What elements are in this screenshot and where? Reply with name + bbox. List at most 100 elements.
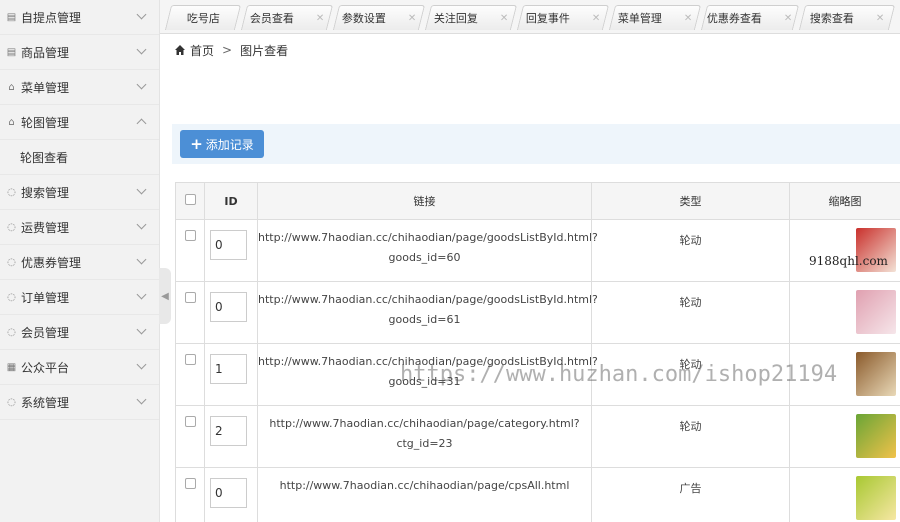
sort-order-input[interactable] <box>210 292 247 322</box>
close-icon[interactable]: ✕ <box>500 13 508 24</box>
link-text: http://www.7haodian.cc/chihaodian/page/c… <box>269 417 580 430</box>
row-checkbox[interactable] <box>184 478 196 489</box>
link-text-param: goods_id=60 <box>388 251 461 264</box>
chevron-down-icon <box>136 9 147 20</box>
sidebar-item-members[interactable]: ◌ 会员管理 <box>0 315 159 350</box>
close-icon[interactable]: ✕ <box>784 13 792 24</box>
corner-watermark: 9188qhl.com <box>809 254 888 268</box>
close-icon[interactable]: ✕ <box>876 13 884 24</box>
chevron-down-icon <box>136 254 147 265</box>
row-checkbox[interactable] <box>184 354 196 365</box>
tab-member-view[interactable]: 会员查看 ✕ <box>240 5 334 30</box>
sidebar-item-pickup-points[interactable]: ▤ 自提点管理 <box>0 0 159 35</box>
bag-icon: ⌂ <box>8 81 15 93</box>
sidebar-item-label: 订单管理 <box>21 290 70 305</box>
sidebar-item-label: 运费管理 <box>21 220 70 235</box>
add-record-button[interactable]: + 添加记录 <box>180 130 264 158</box>
sidebar-item-search[interactable]: ◌ 搜索管理 <box>0 175 159 210</box>
sort-order-input[interactable] <box>210 416 247 446</box>
tab-label: 关注回复 <box>433 12 478 25</box>
chat-icon: ◌ <box>7 186 16 198</box>
tab-bar: 吃号店 会员查看 ✕ 参数设置 ✕ 关注回复 ✕ 回复事件 ✕ 菜单管理 ✕ 优惠券查看 ✕… <box>160 0 900 34</box>
home-icon <box>175 45 185 55</box>
row-select-cell <box>175 343 205 406</box>
row-select-cell <box>175 281 205 344</box>
chevron-down-icon <box>136 359 147 370</box>
thumbnail-image[interactable] <box>856 290 896 334</box>
thumbnail-image[interactable] <box>856 352 896 396</box>
overlay-watermark: https://www.huzhan.com/ishop21194 <box>400 362 838 387</box>
close-icon[interactable]: ✕ <box>592 13 600 24</box>
sidebar-item-carousel[interactable]: ⌂ 轮图管理 <box>0 105 159 140</box>
row-select-cell <box>175 405 205 468</box>
link-cell: http://www.7haodian.cc/chihaodian/page/c… <box>257 467 592 522</box>
carousel-table: ID 链接 类型 缩略图 http://www.7haodian.cc/chih… <box>175 182 900 522</box>
row-checkbox[interactable] <box>184 292 196 303</box>
chevron-down-icon <box>136 324 147 335</box>
sidebar-item-label: 自提点管理 <box>21 10 82 25</box>
table-header-row: ID 链接 类型 缩略图 <box>175 182 900 220</box>
row-checkbox[interactable] <box>184 230 196 241</box>
type-cell: 轮动 <box>591 281 790 344</box>
breadcrumb-current: 图片查看 <box>240 43 289 58</box>
sidebar-item-system[interactable]: ◌ 系统管理 <box>0 385 159 420</box>
sidebar-item-public-platform[interactable]: ▦ 公众平台 <box>0 350 159 385</box>
tab-coupon-view[interactable]: 优惠券查看 ✕ <box>700 5 800 30</box>
tab-home-store[interactable]: 吃号店 <box>164 5 242 30</box>
thumbnail-cell <box>789 219 900 282</box>
tab-parameter-settings[interactable]: 参数设置 ✕ <box>332 5 426 30</box>
sidebar-item-shipping[interactable]: ◌ 运费管理 <box>0 210 159 245</box>
tab-label: 回复事件 <box>525 12 570 25</box>
tab-follow-reply[interactable]: 关注回复 ✕ <box>424 5 518 30</box>
sidebar-subitem-carousel-view[interactable]: 轮图查看 <box>0 140 159 175</box>
tab-label: 会员查看 <box>249 12 294 25</box>
tab-label: 参数设置 <box>341 12 386 25</box>
product-icon: ▤ <box>6 46 17 58</box>
chat-icon: ◌ <box>7 256 16 268</box>
sidebar-item-label: 轮图管理 <box>21 115 70 130</box>
breadcrumb-separator: > <box>222 43 233 57</box>
sidebar-item-products[interactable]: ▤ 商品管理 <box>0 35 159 70</box>
sidebar-item-coupons[interactable]: ◌ 优惠券管理 <box>0 245 159 280</box>
sidebar-item-label: 菜单管理 <box>21 80 70 95</box>
sidebar-item-orders[interactable]: ◌ 订单管理 <box>0 280 159 315</box>
tab-reply-events[interactable]: 回复事件 ✕ <box>516 5 610 30</box>
select-all-checkbox[interactable] <box>184 194 196 205</box>
sidebar-item-label: 系统管理 <box>21 395 70 410</box>
sort-order-input[interactable] <box>210 354 247 384</box>
tab-menu-management[interactable]: 菜单管理 ✕ <box>608 5 702 30</box>
link-text-param: ctg_id=23 <box>396 437 453 450</box>
breadcrumb-home[interactable]: 首页 <box>190 42 214 59</box>
type-cell: 轮动 <box>591 405 790 468</box>
row-checkbox[interactable] <box>184 416 196 427</box>
link-text: http://www.7haodian.cc/chihaodian/page/g… <box>258 231 598 244</box>
column-header-thumbnail[interactable]: 缩略图 <box>789 182 900 220</box>
breadcrumb: 首页 > 图片查看 <box>174 40 288 60</box>
sort-order-input[interactable] <box>210 478 247 508</box>
tab-search-view[interactable]: 搜索查看 ✕ <box>798 5 896 30</box>
column-header-id[interactable]: ID <box>204 182 258 220</box>
close-icon[interactable]: ✕ <box>684 13 692 24</box>
select-all-cell <box>175 182 205 220</box>
row-select-cell <box>175 467 205 522</box>
column-header-type[interactable]: 类型 <box>591 182 790 220</box>
close-icon[interactable]: ✕ <box>408 13 416 24</box>
close-icon[interactable]: ✕ <box>316 13 324 24</box>
sort-order-input[interactable] <box>210 230 247 260</box>
chevron-down-icon <box>136 394 147 405</box>
thumbnail-cell <box>789 405 900 468</box>
column-header-link[interactable]: 链接 <box>257 182 592 220</box>
thumbnail-cell <box>789 281 900 344</box>
order-cell <box>204 219 258 282</box>
sidebar-item-label: 搜索管理 <box>21 185 70 200</box>
sidebar-collapse-toggle[interactable]: ◀ <box>159 268 171 324</box>
table-row: http://www.7haodian.cc/chihaodian/page/c… <box>175 467 900 522</box>
sidebar-item-label: 商品管理 <box>21 45 70 60</box>
type-cell: 广告 <box>591 467 790 522</box>
thumbnail-image[interactable] <box>856 476 896 520</box>
sidebar-item-label: 优惠券管理 <box>21 255 82 270</box>
chevron-up-icon <box>136 118 147 129</box>
sidebar-item-menus[interactable]: ⌂ 菜单管理 <box>0 70 159 105</box>
order-cell <box>204 343 258 406</box>
thumbnail-image[interactable] <box>856 414 896 458</box>
